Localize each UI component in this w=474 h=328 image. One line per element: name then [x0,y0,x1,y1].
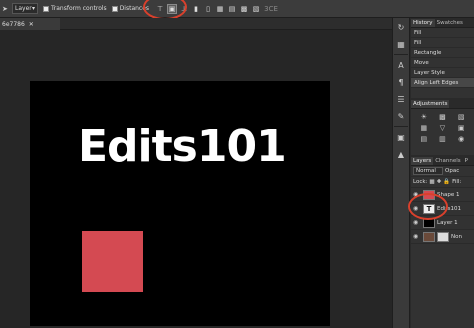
visibility-eye-icon[interactable]: ◉ [413,219,421,226]
distribute-icon[interactable]: ▧ [251,4,261,14]
exposure-icon[interactable]: ▦ [416,124,432,132]
layers-lock-row: Lock: ▩ ✚ 🔒 Fill: [411,177,474,188]
tab-swatches[interactable]: Swatches [435,19,465,27]
paragraph-icon[interactable]: ¶ [394,75,408,89]
canvas[interactable]: Edits101 [30,81,330,326]
close-icon[interactable]: ✕ [29,21,34,28]
history-item[interactable]: Fill [411,38,474,48]
layers-blend-row: Normal Opac [411,166,474,177]
distribute-icon[interactable]: ▤ [227,4,237,14]
fill-label: Fill: [452,179,462,185]
adjustments-panel-tabs: Adjustments [411,99,474,109]
history-item[interactable]: Fill [411,28,474,38]
curves-icon[interactable]: ▧ [453,113,469,121]
levels-icon[interactable]: ▩ [435,113,451,121]
layer-thumbnail [423,231,435,242]
tab-history[interactable]: History [411,19,435,27]
adjustments-grid: ☀ ▩ ▧ ▦ ▽ ▣ ▤ ▥ ◉ [411,109,474,147]
layer-mask-thumbnail [437,231,449,242]
adjustments-panel: Adjustments ☀ ▩ ▧ ▦ ▽ ▣ ▤ ▥ ◉ [411,99,474,155]
chevron-down-icon: ▾ [31,5,35,12]
color-balance-icon[interactable]: ▤ [416,135,432,143]
align-vcenter-icon[interactable]: ▮ [191,4,201,14]
transform-controls-label: Transform controls [51,5,107,12]
history-item[interactable]: Align Left Edges [411,78,474,88]
shape-rectangle[interactable] [82,231,143,292]
auto-select-dropdown[interactable]: Layer ▾ [12,3,38,14]
canvas-text-layer[interactable]: Edits101 [78,121,287,172]
libraries-icon[interactable]: ▣ [394,130,408,144]
lock-all-icon[interactable]: 🔒 [443,179,450,185]
history-item[interactable]: Move [411,58,474,68]
bw-icon[interactable]: ▥ [435,135,451,143]
tab-channels[interactable]: Channels [433,157,462,165]
image-icon[interactable]: ▲ [394,147,408,161]
properties-icon[interactable]: ☰ [394,92,408,106]
tab-adjustments[interactable]: Adjustments [411,100,450,108]
divider [394,126,408,127]
panel-icon-strip: ↻ ▦ A ¶ ☰ ✎ ▣ ▲ [392,18,410,328]
layers-panel: Layers Channels P Normal Opac Lock: ▩ ✚ … [411,156,474,328]
history-item[interactable]: Layer Style [411,68,474,78]
brush-icon[interactable]: ✎ [394,109,408,123]
align-right-icon[interactable]: ▦ [215,4,225,14]
vibrance-icon[interactable]: ▽ [435,124,451,132]
checkbox-box[interactable] [111,5,118,12]
visibility-eye-icon[interactable]: ◉ [413,233,421,240]
layer-name: Layer 1 [437,219,458,226]
move-tool-icon[interactable]: ➤ [2,5,10,13]
layers-panel-tabs: Layers Channels P [411,156,474,166]
distribute-icon[interactable]: ▩ [239,4,249,14]
blend-mode-select[interactable]: Normal [413,167,443,175]
highlight-annotation [408,193,448,220]
app-window: ➤ Layer ▾ Transform controls Distances ⊤… [0,0,474,328]
history-icon[interactable]: ↻ [394,20,408,34]
workspace: Edits101 [0,30,392,328]
document-tabs: 6e7786 ✕ [0,18,392,30]
3d-label[interactable]: 3CE [263,4,279,14]
lock-position-icon[interactable]: ✚ [437,179,442,185]
align-hcenter-icon[interactable]: ▯ [203,4,213,14]
transform-controls-checkbox[interactable]: Transform controls [43,5,107,12]
tab-layers[interactable]: Layers [411,157,434,165]
tab-paths[interactable]: P [463,157,470,165]
hue-icon[interactable]: ▣ [453,124,469,132]
options-bar: ➤ Layer ▾ Transform controls Distances ⊤… [0,0,474,20]
auto-select-value: Layer [15,5,32,12]
layer-row[interactable]: ◉ Non [411,230,474,244]
document-tab-name: 6e7786 [2,20,25,28]
history-item[interactable]: Rectangle [411,48,474,58]
layer-name: Non [451,233,462,240]
opacity-label: Opac [445,168,460,174]
lock-label: Lock: [413,179,428,185]
checkbox-box[interactable] [43,5,49,12]
highlight-annotation [143,0,187,20]
swatches-icon[interactable]: ▦ [394,37,408,51]
brightness-icon[interactable]: ☀ [416,113,432,121]
lock-pixels-icon[interactable]: ▩ [429,179,434,185]
character-icon[interactable]: A [394,58,408,72]
history-panel: History Swatches Fill Fill Rectangle Mov… [411,18,474,98]
divider [394,54,408,55]
document-tab[interactable]: 6e7786 ✕ [0,18,60,30]
history-panel-tabs: History Swatches [411,18,474,28]
photo-filter-icon[interactable]: ◉ [453,135,469,143]
